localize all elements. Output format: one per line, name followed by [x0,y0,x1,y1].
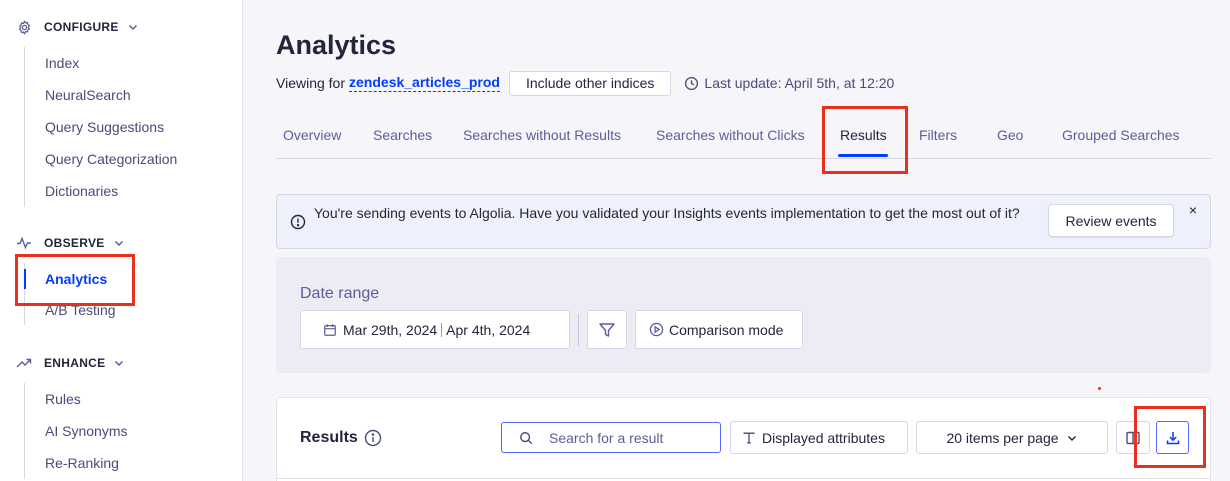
tab-grouped-searches[interactable]: Grouped Searches [1062,127,1180,143]
sidebar-item-analytics[interactable]: Analytics [24,263,116,295]
sidebar-section-configure[interactable]: CONFIGURE [16,17,139,37]
info-icon[interactable] [364,429,382,447]
info-icon [290,214,306,230]
search-placeholder: Search for a result [549,429,664,446]
tab-searches-without-clicks[interactable]: Searches without Clicks [656,127,805,143]
insights-alert: You're sending events to Algolia. Have y… [276,194,1211,249]
search-icon [519,431,533,445]
sidebar-list-configure: Index NeuralSearch Query Suggestions Que… [24,47,177,207]
sidebar-list-observe: Analytics A/B Testing [24,263,116,325]
annotation-dot [1098,387,1101,390]
tab-filters[interactable]: Filters [919,127,957,143]
analytics-tabs: Overview Searches Searches without Resul… [276,116,1211,159]
sidebar-section-label: ENHANCE [44,356,106,370]
date-range-label: Date range [300,285,380,302]
date-separator [441,322,443,337]
download-button[interactable] [1156,421,1189,454]
include-other-indices-button[interactable]: Include other indices [508,70,672,96]
results-divider [277,478,1210,479]
divider [578,314,579,346]
sidebar: CONFIGURE Index NeuralSearch Query Sugge… [0,0,243,481]
sidebar-item-dictionaries[interactable]: Dictionaries [25,175,177,207]
sidebar-section-enhance[interactable]: ENHANCE [16,353,125,373]
chevron-down-icon [113,357,125,369]
sidebar-item-rules[interactable]: Rules [25,383,127,415]
gear-icon [16,19,32,35]
columns-icon [1125,430,1141,446]
alert-message: You're sending events to Algolia. Have y… [314,205,1020,221]
text-icon [742,431,756,445]
displayed-attributes-label: Displayed attributes [762,429,885,446]
play-circle-icon [649,322,664,337]
viewing-label: Viewing for [276,75,346,91]
date-range-picker[interactable]: Mar 29th, 2024 Apr 4th, 2024 [300,310,570,349]
sidebar-item-query-categorization[interactable]: Query Categorization [25,143,177,175]
sidebar-item-ai-synonyms[interactable]: AI Synonyms [25,415,127,447]
trending-up-icon [16,355,32,371]
index-context: Viewing for zendesk_articles_prod Includ… [276,70,894,96]
sidebar-item-neuralsearch[interactable]: NeuralSearch [25,79,177,111]
sidebar-item-re-ranking[interactable]: Re-Ranking [25,447,127,479]
chevron-down-icon [1066,432,1078,444]
last-update-text: Last update: April 5th, at 12:20 [704,75,895,91]
sidebar-section-label: CONFIGURE [44,20,119,34]
items-per-page-select[interactable]: 20 items per page [916,421,1108,454]
close-icon[interactable]: × [1186,203,1200,217]
review-events-button[interactable]: Review events [1048,204,1174,237]
index-selector[interactable]: zendesk_articles_prod [349,74,500,92]
tab-searches-without-results[interactable]: Searches without Results [463,127,621,143]
columns-toggle-button[interactable] [1116,421,1150,454]
chevron-down-icon [113,237,125,249]
sidebar-item-index[interactable]: Index [25,47,177,79]
tab-overview[interactable]: Overview [283,127,341,143]
clock-icon [684,76,699,91]
comparison-mode-button[interactable]: Comparison mode [635,310,803,349]
comparison-mode-label: Comparison mode [669,321,784,338]
main-content: Analytics Viewing for zendesk_articles_p… [244,0,1230,481]
displayed-attributes-button[interactable]: Displayed attributes [730,421,908,454]
active-tab-indicator [838,154,888,157]
sidebar-item-ab-testing[interactable]: A/B Testing [25,295,116,325]
page-title: Analytics [276,30,397,60]
filter-button[interactable] [587,310,627,349]
tab-results[interactable]: Results [840,127,887,143]
tab-geo[interactable]: Geo [997,127,1023,143]
calendar-icon [323,323,337,337]
sidebar-list-enhance: Rules AI Synonyms Re-Ranking [24,383,127,479]
last-update: Last update: April 5th, at 12:20 [684,75,894,91]
activity-icon [16,235,32,251]
chevron-down-icon [127,21,139,33]
results-title: Results [300,429,358,446]
filter-icon [598,321,616,339]
results-heading: Results [300,429,382,447]
search-input[interactable]: Search for a result [501,422,721,453]
date-range-panel: Date range Mar 29th, 2024 Apr 4th, 2024 … [276,257,1211,373]
tab-searches[interactable]: Searches [373,127,432,143]
sidebar-section-label: OBSERVE [44,236,105,250]
items-per-page-label: 20 items per page [946,429,1059,446]
date-range-start: Mar 29th, 2024 [343,321,438,338]
results-panel: Results Search for a result Displayed at… [276,397,1211,481]
sidebar-section-observe[interactable]: OBSERVE [16,233,125,253]
sidebar-item-query-suggestions[interactable]: Query Suggestions [25,111,177,143]
date-range-end: Apr 4th, 2024 [446,321,531,338]
download-icon [1165,430,1181,446]
